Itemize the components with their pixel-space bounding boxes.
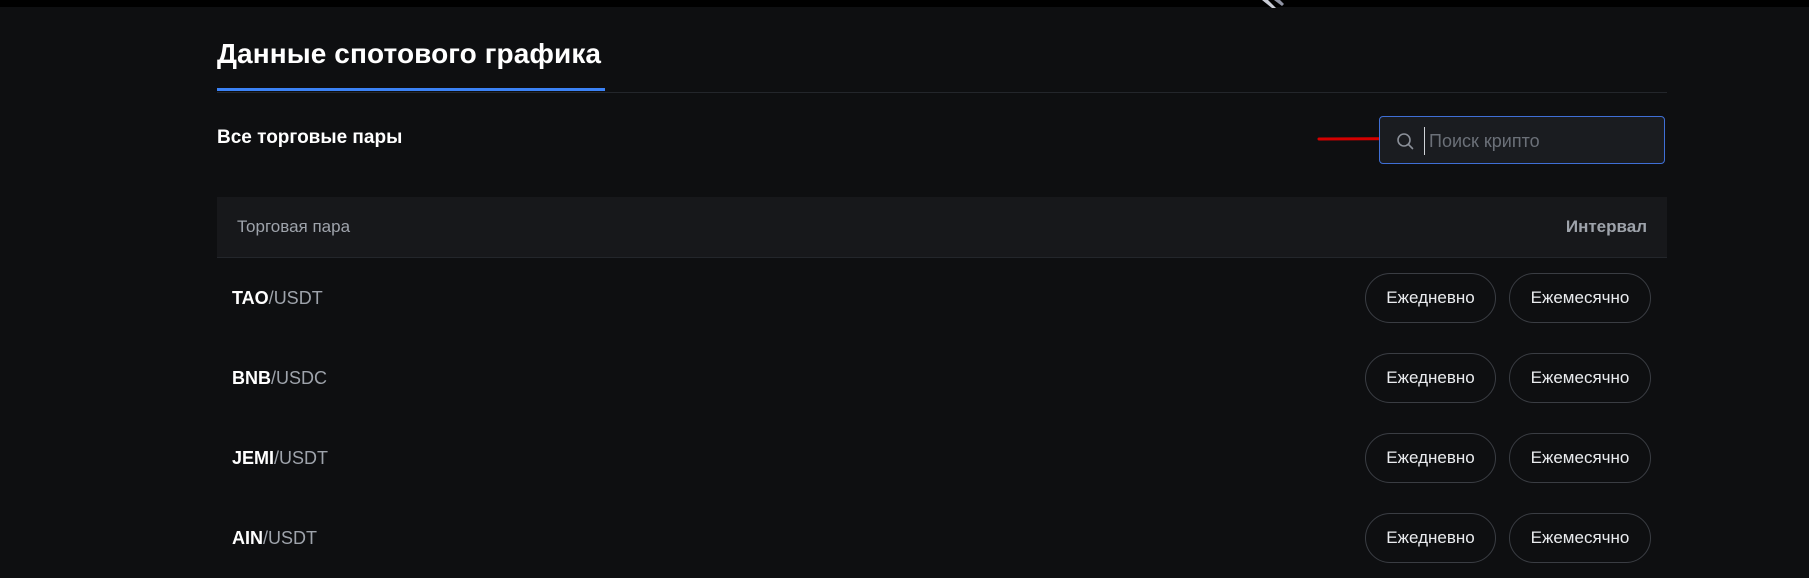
monthly-button[interactable]: Ежемесячно bbox=[1509, 513, 1651, 563]
trading-pairs-list: TAO/USDT Ежедневно Ежемесячно BNB/USDC Е… bbox=[217, 258, 1667, 578]
table-row: TAO/USDT Ежедневно Ежемесячно bbox=[217, 258, 1667, 338]
pair-quote: USDC bbox=[276, 368, 328, 388]
section-title: Все торговые пары bbox=[217, 127, 403, 148]
pair-base: BNB bbox=[232, 368, 271, 388]
table-header: Торговая пара Интервал bbox=[217, 197, 1667, 258]
daily-button[interactable]: Ежедневно bbox=[1365, 513, 1496, 563]
monthly-button[interactable]: Ежемесячно bbox=[1509, 353, 1651, 403]
table-row: BNB/USDC Ежедневно Ежемесячно bbox=[217, 338, 1667, 418]
interval-buttons: Ежедневно Ежемесячно bbox=[1365, 273, 1651, 323]
search-box[interactable] bbox=[1379, 116, 1665, 164]
trading-pair[interactable]: TAO/USDT bbox=[232, 288, 323, 309]
interval-buttons: Ежедневно Ежемесячно bbox=[1365, 513, 1651, 563]
daily-button[interactable]: Ежедневно bbox=[1365, 273, 1496, 323]
column-header-trading-pair: Торговая пара bbox=[237, 217, 351, 236]
pair-base: TAO bbox=[232, 288, 269, 308]
pair-quote: USDT bbox=[273, 288, 323, 308]
trading-pair[interactable]: AIN/USDT bbox=[232, 528, 317, 549]
table-row: AIN/USDT Ежедневно Ежемесячно bbox=[217, 498, 1667, 578]
daily-button[interactable]: Ежедневно bbox=[1365, 433, 1496, 483]
pair-base: AIN bbox=[232, 528, 263, 548]
monthly-button[interactable]: Ежемесячно bbox=[1509, 273, 1651, 323]
pair-quote: USDT bbox=[268, 528, 318, 548]
interval-buttons: Ежедневно Ежемесячно bbox=[1365, 433, 1651, 483]
table-row: JEMI/USDT Ежедневно Ежемесячно bbox=[217, 418, 1667, 498]
tab-spot-chart-data[interactable]: Данные спотового графика bbox=[217, 38, 601, 70]
daily-button[interactable]: Ежедневно bbox=[1365, 353, 1496, 403]
search-icon bbox=[1397, 133, 1414, 150]
trading-pair[interactable]: BNB/USDC bbox=[232, 368, 327, 389]
pair-quote: USDT bbox=[279, 448, 329, 468]
monthly-button[interactable]: Ежемесячно bbox=[1509, 433, 1651, 483]
interval-buttons: Ежедневно Ежемесячно bbox=[1365, 353, 1651, 403]
pair-base: JEMI bbox=[232, 448, 275, 468]
spot-data-page: Данные спотового графика Все торговые па… bbox=[217, 0, 1667, 563]
search-input[interactable] bbox=[1424, 127, 1656, 155]
column-header-interval: Интервал bbox=[1565, 217, 1647, 236]
tabs-row: Данные спотового графика bbox=[217, 0, 1667, 93]
trading-pair[interactable]: JEMI/USDT bbox=[232, 448, 328, 469]
active-tab-indicator bbox=[217, 88, 605, 91]
